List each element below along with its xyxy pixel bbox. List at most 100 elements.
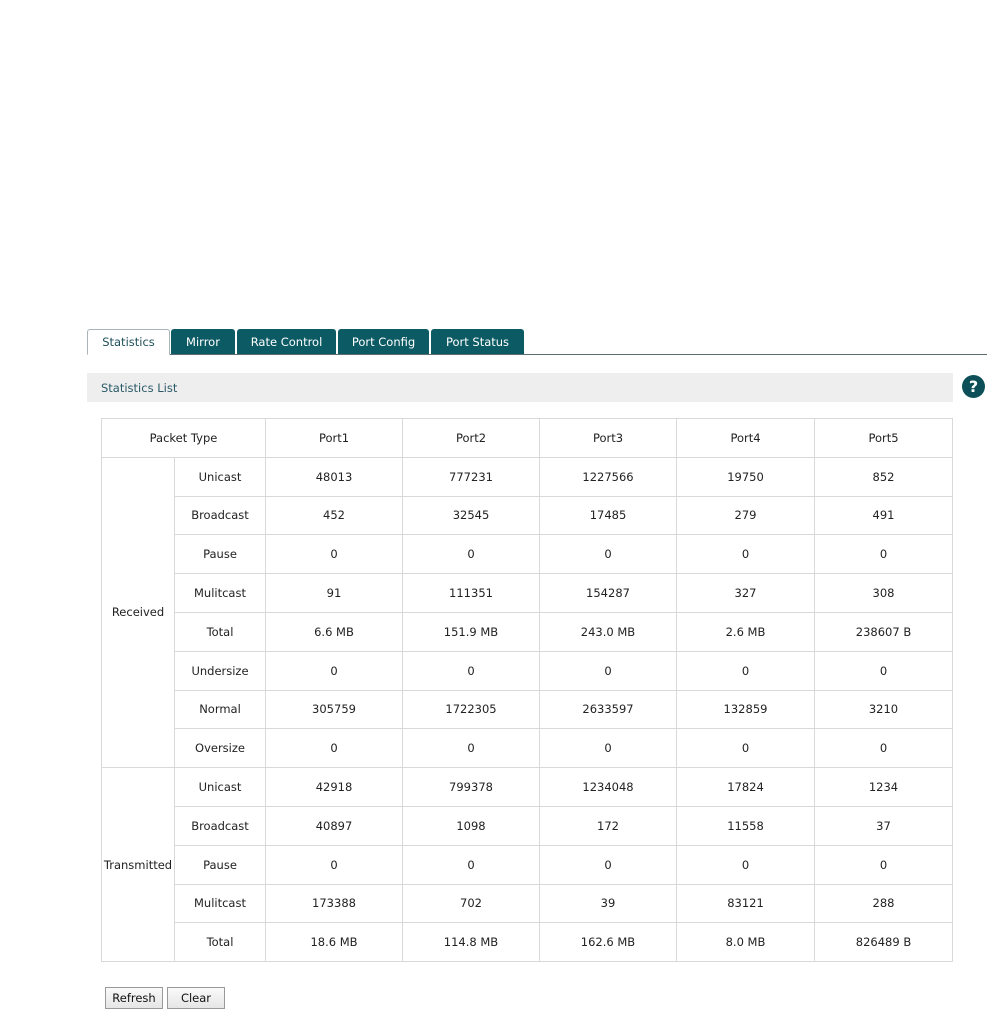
tab-port-status[interactable]: Port Status	[431, 329, 524, 354]
tab-statistics[interactable]: Statistics	[87, 329, 170, 355]
table-row: Mulitcast 91 111351 154287 327 308	[102, 573, 953, 613]
table-row: Broadcast 40897 1098 172 11558 37	[102, 805, 953, 846]
value-cell-port1: 452	[265, 495, 403, 536]
column-header-port5: Port5	[814, 418, 953, 458]
value-cell-port3: 154287	[539, 573, 677, 613]
section-header: Statistics List	[87, 373, 953, 402]
value-cell-port3: 0	[539, 844, 677, 885]
value-cell-port5: 0	[814, 534, 953, 575]
packet-type-cell: Total	[174, 611, 266, 652]
column-header-port1: Port1	[265, 418, 403, 458]
packet-type-cell: Undersize	[174, 650, 266, 691]
table-row: Total 6.6 MB 151.9 MB 243.0 MB 2.6 MB 238607 …	[102, 611, 953, 652]
value-cell-port1: 0	[265, 844, 403, 885]
value-cell-port2: 114.8 MB	[402, 922, 540, 963]
value-cell-port5: 0	[814, 844, 953, 885]
packet-type-cell: Mulitcast	[174, 573, 266, 613]
value-cell-port5: 491	[814, 495, 953, 536]
column-header-port2: Port2	[402, 418, 540, 458]
tab-rate-control[interactable]: Rate Control	[237, 329, 336, 354]
value-cell-port2: 0	[402, 844, 540, 885]
value-cell-port3: 1234048	[539, 767, 677, 807]
value-cell-port5: 37	[814, 805, 953, 846]
value-cell-port2: 1722305	[402, 689, 540, 730]
packet-type-cell: Normal	[174, 689, 266, 730]
value-cell-port2: 702	[402, 883, 540, 924]
packet-type-cell: Total	[174, 922, 266, 963]
packet-type-cell: Oversize	[174, 728, 266, 769]
value-cell-port3: 162.6 MB	[539, 922, 677, 963]
value-cell-port4: 2.6 MB	[676, 611, 815, 652]
value-cell-port4: 0	[676, 844, 815, 885]
value-cell-port5: 0	[814, 728, 953, 769]
group-label-received: Received	[101, 456, 175, 769]
value-cell-port2: 32545	[402, 495, 540, 536]
value-cell-port4: 0	[676, 650, 815, 691]
value-cell-port1: 18.6 MB	[265, 922, 403, 963]
value-cell-port5: 238607 B	[814, 611, 953, 652]
value-cell-port3: 243.0 MB	[539, 611, 677, 652]
packet-type-cell: Unicast	[174, 767, 266, 807]
table-row: Broadcast 452 32545 17485 279 491	[102, 495, 953, 536]
value-cell-port2: 0	[402, 534, 540, 575]
table-row: Received Unicast 48013 777231 1227566 19750 85…	[101, 456, 953, 769]
value-cell-port4: 11558	[676, 805, 815, 846]
value-cell-port3: 1227566	[539, 456, 677, 497]
tab-bar: Statistics Mirror Rate Control Port Conf…	[87, 327, 987, 355]
table-row: Mulitcast 173388 702 39 83121 288	[102, 883, 953, 924]
value-cell-port3: 17485	[539, 495, 677, 536]
value-cell-port2: 111351	[402, 573, 540, 613]
value-cell-port4: 327	[676, 573, 815, 613]
value-cell-port4: 279	[676, 495, 815, 536]
value-cell-port3: 0	[539, 534, 677, 575]
clear-button[interactable]: Clear	[167, 987, 225, 1009]
value-cell-port3: 0	[539, 650, 677, 691]
value-cell-port5: 288	[814, 883, 953, 924]
value-cell-port4: 132859	[676, 689, 815, 730]
table-row: Oversize 0 0 0 0 0	[102, 728, 953, 769]
value-cell-port1: 305759	[265, 689, 403, 730]
value-cell-port1: 42918	[265, 767, 403, 807]
value-cell-port2: 0	[402, 728, 540, 769]
value-cell-port1: 91	[265, 573, 403, 613]
value-cell-port2: 151.9 MB	[402, 611, 540, 652]
packet-type-cell: Broadcast	[174, 805, 266, 846]
tab-mirror[interactable]: Mirror	[171, 329, 235, 354]
packet-type-cell: Unicast	[174, 456, 266, 497]
table-row: Total 18.6 MB 114.8 MB 162.6 MB 8.0 MB 826489…	[102, 922, 953, 963]
tab-bar-divider	[87, 354, 987, 355]
table-row: Normal 305759 1722305 2633597 132859 3210	[102, 689, 953, 730]
table-header-row: Packet Type Port1 Port2 Port3 Port4 Port…	[101, 418, 953, 458]
value-cell-port5: 0	[814, 650, 953, 691]
value-cell-port3: 172	[539, 805, 677, 846]
value-cell-port1: 0	[265, 534, 403, 575]
packet-type-cell: Pause	[174, 534, 266, 575]
column-header-packet-type: Packet Type	[101, 418, 266, 458]
value-cell-port5: 1234	[814, 767, 953, 807]
section-title: Statistics List	[101, 380, 178, 395]
statistics-table: Packet Type Port1 Port2 Port3 Port4 Port…	[101, 418, 953, 963]
group-label-transmitted: Transmitted	[101, 767, 175, 963]
value-cell-port5: 308	[814, 573, 953, 613]
value-cell-port2: 799378	[402, 767, 540, 807]
column-header-port4: Port4	[676, 418, 815, 458]
value-cell-port2: 0	[402, 650, 540, 691]
value-cell-port5: 3210	[814, 689, 953, 730]
table-row: Transmitted Unicast 42918 799378 1234048 1782…	[101, 767, 953, 963]
packet-type-cell: Pause	[174, 844, 266, 885]
value-cell-port2: 777231	[402, 456, 540, 497]
value-cell-port3: 0	[539, 728, 677, 769]
value-cell-port2: 1098	[402, 805, 540, 846]
refresh-button[interactable]: Refresh	[105, 987, 163, 1009]
value-cell-port1: 48013	[265, 456, 403, 497]
question-icon[interactable]: ?	[962, 375, 985, 398]
tab-port-config[interactable]: Port Config	[338, 329, 429, 354]
table-row: Pause 0 0 0 0 0	[102, 534, 953, 575]
value-cell-port4: 19750	[676, 456, 815, 497]
value-cell-port5: 852	[814, 456, 953, 497]
table-row: Undersize 0 0 0 0 0	[102, 650, 953, 691]
column-header-port3: Port3	[539, 418, 677, 458]
value-cell-port3: 39	[539, 883, 677, 924]
value-cell-port1: 0	[265, 650, 403, 691]
value-cell-port3: 2633597	[539, 689, 677, 730]
